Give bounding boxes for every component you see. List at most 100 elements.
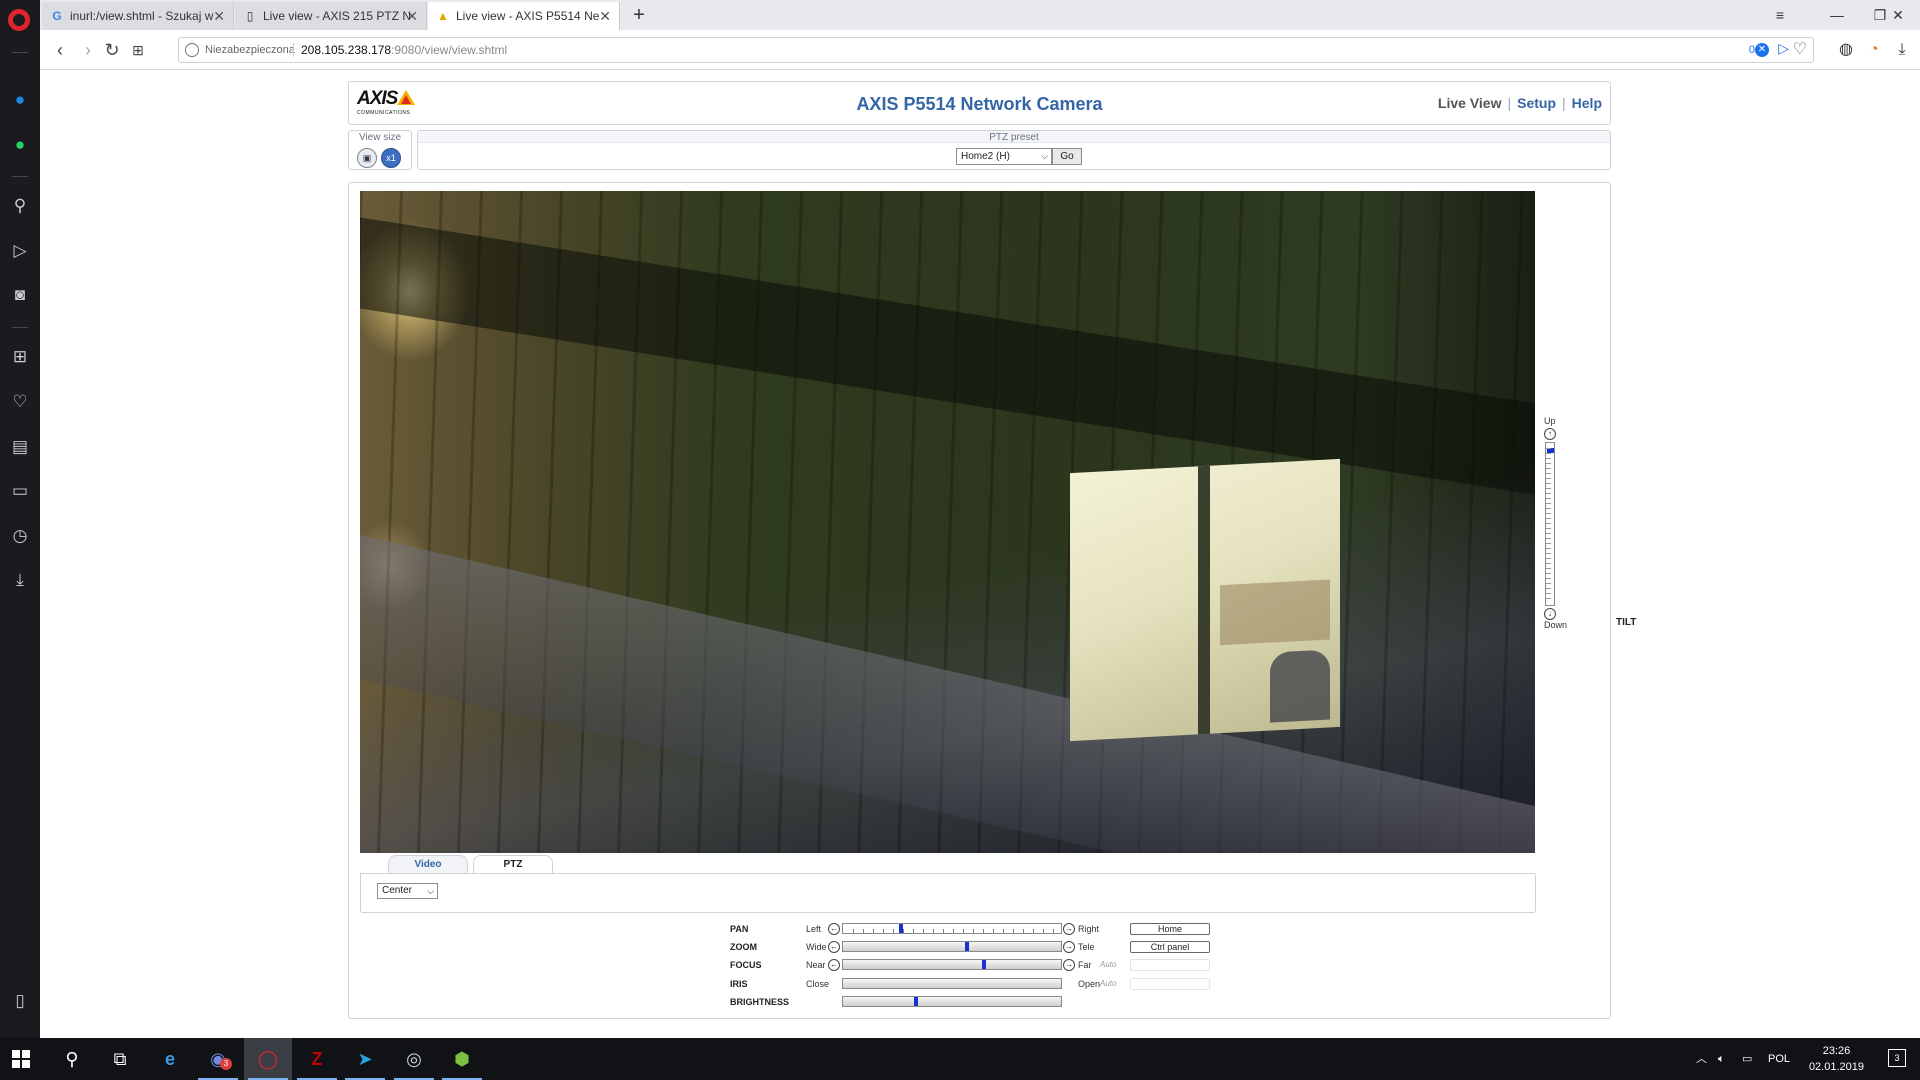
tab-ptz[interactable]: PTZ [473,855,553,874]
slider-tick [873,929,874,933]
windows-start-icon[interactable] [12,1050,30,1068]
task-view-icon[interactable]: ⧉ [96,1038,144,1080]
ptz-slider-zoom[interactable] [842,941,1062,953]
ptz-slider-brightness[interactable] [842,995,1062,1007]
right-arrow-icon[interactable]: → [1063,923,1075,935]
slider-tick [1546,598,1551,599]
ptz-preset-select[interactable]: Home2 (H) ⌵ [956,148,1052,165]
ptz-preset-value: Home2 (H) [961,151,1010,162]
sidebar-toggle-icon[interactable]: ▯ [9,990,31,1012]
go-button[interactable]: Go [1052,148,1082,165]
auto-label[interactable]: Auto [1100,958,1116,972]
browser-tab-active[interactable]: ▲ Live view - AXIS P5514 Ne ✕ [428,2,620,30]
close-tab-icon[interactable]: ✕ [213,2,225,30]
opera-icon[interactable]: ◯ [244,1038,292,1080]
slider-tick [903,929,904,933]
volume-icon[interactable]: 🔈︎ [1718,1038,1725,1080]
ptz-row-brightness: BRIGHTNESS [730,995,1290,1009]
right-arrow-icon[interactable]: → [1063,941,1075,954]
left-arrow-icon[interactable]: ← [828,959,840,972]
slider-tick [1546,518,1551,519]
discord-icon[interactable]: ◉ 3 [194,1038,242,1080]
close-tab-icon[interactable]: ✕ [406,2,418,30]
downloads-icon[interactable]: ⤓ [1890,38,1914,62]
vpn-icon[interactable]: ◍ [1834,38,1858,62]
whatsapp-icon[interactable]: ● [9,134,31,156]
language-indicator[interactable]: POL [1768,1038,1790,1080]
filezilla-icon[interactable]: Z [293,1038,341,1080]
network-icon[interactable]: ▭ [1742,1038,1752,1080]
minimize-button[interactable]: — [1815,0,1859,30]
rss-icon[interactable]: ◔ [1862,38,1886,62]
slider-tick [1546,553,1551,554]
edge-icon[interactable]: e [146,1038,194,1080]
messenger-icon[interactable]: ● [9,89,31,111]
download-icon[interactable]: ⤓ [9,569,31,591]
nav-live-view[interactable]: Live View [1438,95,1502,111]
tilt-up-arrow-icon[interactable]: ↑ [1544,428,1556,440]
slider-handle[interactable] [982,960,986,970]
notifications-icon[interactable]: 3 [1888,1049,1906,1067]
center-mode-select[interactable]: Center ⌵ [377,883,438,899]
news-icon[interactable]: ▤ [9,436,31,458]
tab-menu-icon[interactable]: ≡ [1758,0,1802,30]
ad-block-icon[interactable]: ✕ [1755,43,1769,57]
slider-handle[interactable] [965,942,969,952]
left-arrow-icon[interactable]: ← [828,941,840,954]
ptz-preset-panel: PTZ preset Home2 (H) ⌵ Go [417,130,1611,170]
tabs-icon[interactable]: ▭ [9,480,31,502]
opera-logo-icon[interactable] [8,9,30,31]
address-field[interactable]: Niezabezpieczona 208.105.238.178:9080/vi… [178,37,1814,63]
slider-handle[interactable] [914,996,918,1006]
security-label[interactable]: Niezabezpieczona [205,38,295,62]
slider-tick [1546,513,1551,514]
left-arrow-icon[interactable]: ← [828,923,840,935]
browser-tab[interactable]: G inurl:/view.shtml - Szukaj w ✕ [42,2,234,30]
sidebar-divider [12,176,28,177]
ptz-slider-focus[interactable] [842,959,1062,971]
tilt-down-arrow-icon[interactable]: ↓ [1544,608,1556,620]
new-tab-button[interactable]: + [626,2,652,28]
x1-view-icon[interactable]: x1 [381,148,401,168]
ptz-slider-pan[interactable] [842,923,1062,934]
forward-button[interactable]: › [76,38,100,62]
fit-view-icon[interactable]: ▣ [357,148,377,168]
tray-chevron-icon[interactable]: ︿ [1696,1038,1707,1080]
right-arrow-icon[interactable]: → [1063,959,1075,972]
google-g-icon: G [52,9,62,23]
search-icon[interactable]: ⚲ [9,195,31,217]
speed-dial-button[interactable]: ⊞ [126,38,150,62]
camera-video-stream[interactable] [360,191,1535,853]
back-button[interactable]: ‹ [48,38,72,62]
ptz-max-label: Far [1078,960,1092,971]
clock[interactable]: 23:26 02.01.2019 [1809,1043,1864,1075]
hotspot-shield-icon[interactable]: ⬢ [438,1038,486,1080]
close-tab-icon[interactable]: ✕ [599,2,611,30]
speed-dial-icon[interactable]: ⊞ [9,346,31,368]
slider-tick [893,929,894,933]
ptz-button-home[interactable]: Home [1130,923,1210,935]
camera-icon[interactable]: ◙ [9,284,31,306]
slider-handle[interactable] [899,924,903,933]
history-icon[interactable]: ◷ [9,525,31,547]
nav-help[interactable]: Help [1572,95,1602,111]
tilt-slider[interactable] [1545,442,1555,606]
search-icon[interactable]: ⚲ [48,1038,96,1080]
flow-send-icon[interactable]: ▷ [1778,40,1789,57]
bookmark-heart-icon[interactable]: ♡ [1793,39,1807,59]
nav-setup[interactable]: Setup [1517,95,1556,111]
ptz-slider-iris[interactable] [842,977,1062,989]
reload-button[interactable]: ↻ [100,38,124,62]
slider-tick [1546,538,1551,539]
auto-label[interactable]: Auto [1100,977,1116,991]
heart-icon[interactable]: ♡ [9,391,31,413]
ptz-button-ctrl-panel[interactable]: Ctrl panel [1130,941,1210,954]
send-icon[interactable]: ▷ [9,240,31,262]
tab-video[interactable]: Video [388,855,468,873]
telegram-icon[interactable]: ➤ [341,1038,389,1080]
close-window-button[interactable]: ✕ [1876,0,1920,30]
browser-tab[interactable]: ▯ Live view - AXIS 215 PTZ N ✕ [235,2,427,30]
tilt-control: Up ↑ ↓ Down [1539,416,1599,636]
steam-icon[interactable]: ◎ [390,1038,438,1080]
slider-tick [983,929,984,933]
